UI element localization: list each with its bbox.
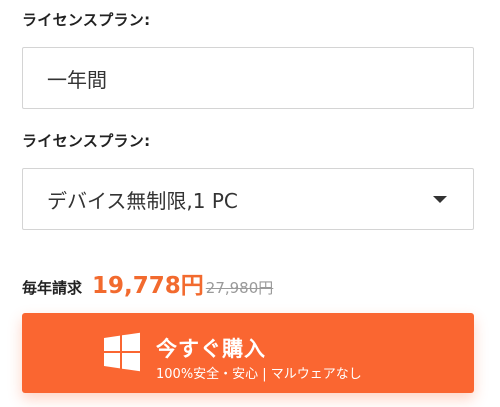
license-plan-selected-value: デバイス無制限,1 PC <box>47 188 238 213</box>
billing-label: 毎年請求 <box>22 279 83 297</box>
chevron-down-icon <box>433 196 447 203</box>
license-term-field[interactable]: 一年間 <box>22 47 474 109</box>
buy-now-label: 今すぐ購入 <box>156 337 266 361</box>
buy-now-button[interactable]: 今すぐ購入 100%安全・安心 | マルウェアなし <box>22 313 474 393</box>
license-plan-select[interactable]: デバイス無制限,1 PC <box>22 168 474 230</box>
purchase-panel: ライセンスプラン: 一年間 ライセンスプラン: デバイス無制限,1 PC 毎年請… <box>0 0 500 407</box>
price-row: 毎年請求 19,778円 27,980円 <box>22 266 273 300</box>
license-plan-label: ライセンスプラン: <box>22 132 151 150</box>
windows-logo-icon <box>104 332 140 372</box>
license-term-label: ライセンスプラン: <box>22 11 151 29</box>
original-price: 27,980円 <box>205 279 274 297</box>
buy-now-subtext: 100%安全・安心 | マルウェアなし <box>156 367 362 382</box>
license-term-value: 一年間 <box>47 67 107 92</box>
current-price: 19,778円 <box>92 273 204 299</box>
